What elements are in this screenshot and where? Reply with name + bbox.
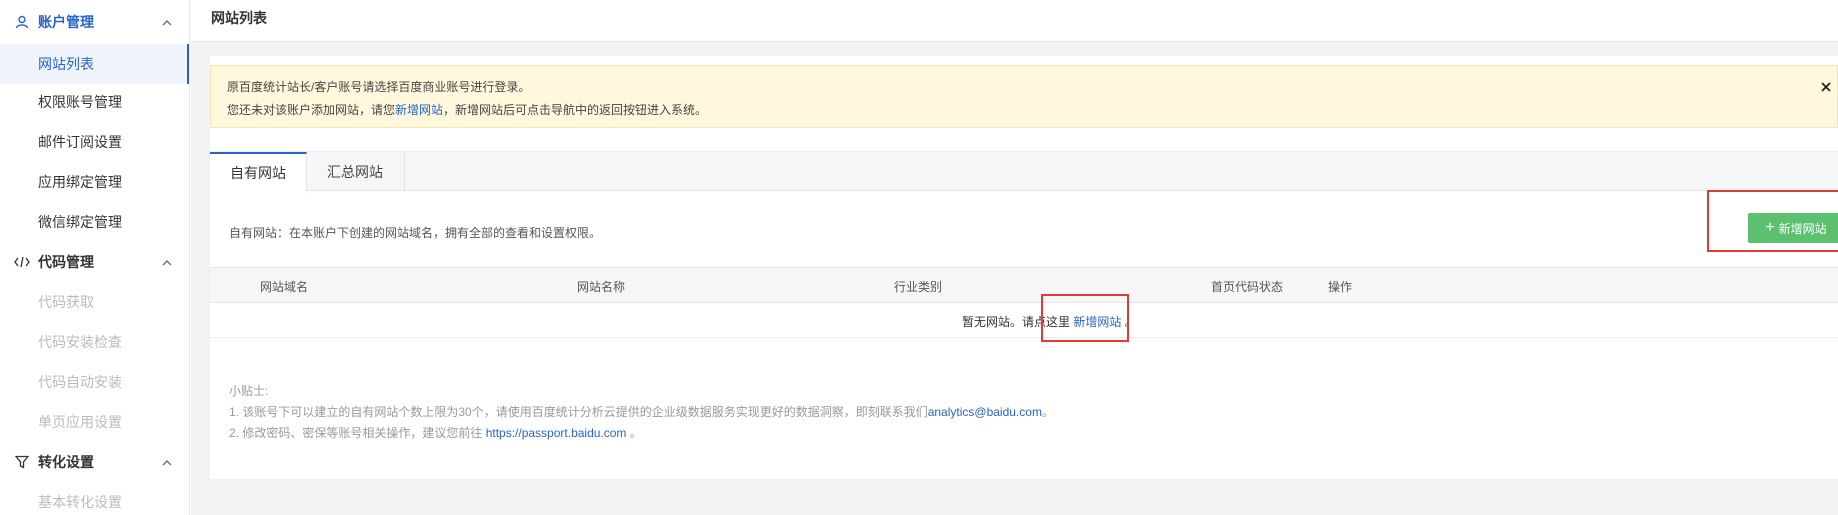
sidebar-item-email-subscription[interactable]: 邮件订阅设置 [0, 122, 189, 162]
column-header-actions: 操作 [1328, 280, 1353, 294]
column-header-industry: 行业类别 [894, 280, 943, 294]
tab-aggregate-sites[interactable]: 汇总网站 [307, 152, 405, 192]
main-content: 网站列表 原百度统计站长/客户账号请选择百度商业账号进行登录。 您还未对该账户添… [191, 0, 1838, 515]
content-panel: 原百度统计站长/客户账号请选择百度商业账号进行登录。 您还未对该账户添加网站，请… [210, 56, 1838, 479]
sidebar-item-wechat-binding[interactable]: 微信绑定管理 [0, 202, 189, 242]
menu-group-code[interactable]: 代码管理 [0, 242, 189, 282]
chevron-up-icon [161, 16, 173, 28]
highlight-box [1707, 190, 1838, 252]
menu-group-label: 账户管理 [38, 14, 94, 30]
tab-bar: 自有网站 汇总网站 [210, 151, 1838, 193]
tip-1-text: 1. 该账号下可以建立的自有网站个数上限为30个，请使用百度统计分析云提供的企业… [229, 405, 928, 419]
column-header-domain: 网站域名 [260, 280, 309, 294]
sidebar-item-get-code[interactable]: 代码获取 [0, 282, 189, 322]
tips-title: 小贴士: [229, 384, 269, 398]
contact-email-link[interactable]: analytics@baidu.com [928, 405, 1042, 419]
page-header: 网站列表 [191, 0, 1838, 42]
notice-add-site-link[interactable]: 新增网站 [395, 103, 443, 117]
tab-description: 自有网站：在本账户下创建的网站域名，拥有全部的查看和设置权限。 [229, 226, 602, 240]
notice-text-2: 您还未对该账户添加网站，请您新增网站，新增网站后可点击导航中的返回按钮进入系统。 [227, 101, 707, 118]
sidebar-item-code-check[interactable]: 代码安装检查 [0, 322, 189, 362]
menu-group-label: 代码管理 [38, 254, 94, 270]
notice-text-after: ，新增网站后可点击导航中的返回按钮进入系统。 [443, 103, 708, 117]
tip-1: 1. 该账号下可以建立的自有网站个数上限为30个，请使用百度统计分析云提供的企业… [229, 402, 1054, 423]
tip-2-end: 。 [626, 426, 642, 440]
column-header-code-status: 首页代码状态 [1211, 280, 1284, 294]
sidebar-item-code-auto-install[interactable]: 代码自动安装 [0, 362, 189, 402]
menu-group-account[interactable]: 账户管理 [0, 2, 189, 42]
highlight-box [1041, 294, 1129, 342]
tips-section: 小贴士: 1. 该账号下可以建立的自有网站个数上限为30个，请使用百度统计分析云… [229, 381, 1054, 444]
user-icon [14, 14, 30, 30]
close-icon[interactable] [1819, 80, 1835, 96]
table-header: 网站域名 网站名称 行业类别 首页代码状态 操作 [210, 267, 1838, 303]
notice-banner: 原百度统计站长/客户账号请选择百度商业账号进行登录。 您还未对该账户添加网站，请… [210, 65, 1838, 128]
sidebar-item-basic-conversion[interactable]: 基本转化设置 [0, 482, 189, 515]
passport-link[interactable]: https://passport.baidu.com [486, 426, 627, 440]
notice-text: 原百度统计站长/客户账号请选择百度商业账号进行登录。 [227, 80, 531, 94]
code-icon [14, 254, 30, 270]
sidebar-item-site-list[interactable]: 网站列表 [0, 44, 189, 84]
chevron-up-icon [161, 456, 173, 468]
sidebar-item-permission-accounts[interactable]: 权限账号管理 [0, 82, 189, 122]
filter-icon [14, 454, 30, 470]
tab-own-sites[interactable]: 自有网站 [210, 152, 307, 193]
notice-text-before: 您还未对该账户添加网站，请您 [227, 103, 396, 117]
sidebar: 账户管理 网站列表 权限账号管理 邮件订阅设置 应用绑定管理 微信绑定管理 代码… [0, 0, 190, 515]
sidebar-item-spa-settings[interactable]: 单页应用设置 [0, 402, 189, 442]
page-title: 网站列表 [211, 10, 267, 26]
menu-group-conversion[interactable]: 转化设置 [0, 442, 189, 482]
menu-group-label: 转化设置 [38, 454, 94, 470]
tip-2-text: 2. 修改密码、密保等账号相关操作，建议您前往 [229, 426, 486, 440]
sidebar-item-app-binding[interactable]: 应用绑定管理 [0, 162, 189, 202]
tip-2: 2. 修改密码、密保等账号相关操作，建议您前往 https://passport… [229, 423, 1054, 444]
empty-table-row: 暂无网站。请点这里 新增网站 。 [210, 303, 1838, 338]
tip-1-end: 。 [1041, 405, 1054, 419]
column-header-name: 网站名称 [577, 280, 626, 294]
chevron-up-icon [161, 256, 173, 268]
